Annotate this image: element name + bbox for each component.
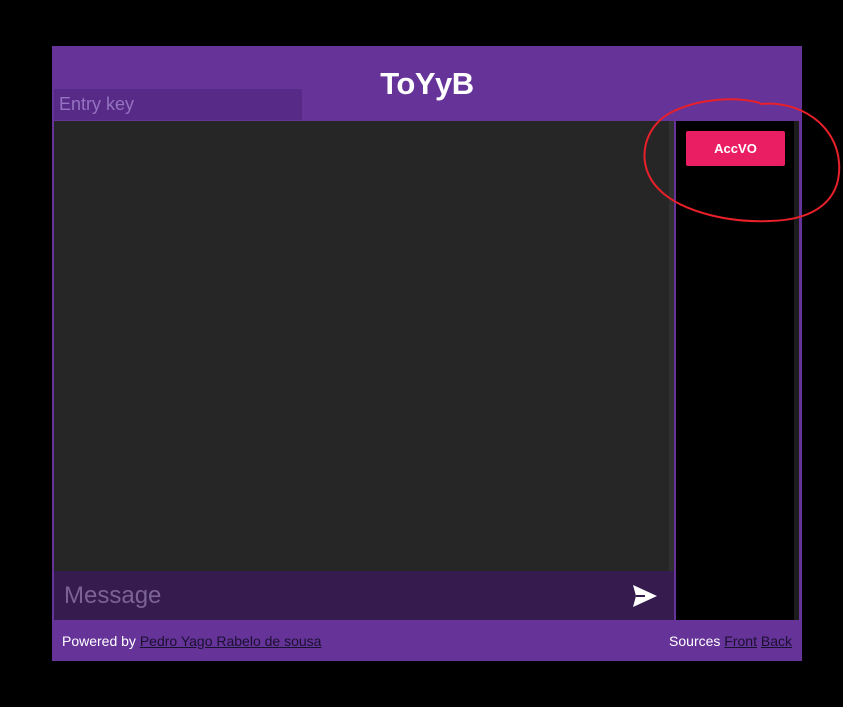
main-frame: AccVO	[52, 120, 802, 621]
front-source-link[interactable]: Front	[724, 633, 757, 649]
chat-messages-area[interactable]	[54, 121, 669, 571]
author-link[interactable]: Pedro Yago Rabelo de sousa	[140, 633, 322, 649]
sources-label: Sources	[669, 633, 721, 649]
message-input[interactable]	[54, 571, 614, 620]
send-icon	[633, 585, 657, 607]
chat-app-window: ToYyB AccVO Powered by Pedro Yago Rabelo…	[52, 46, 802, 661]
message-composer	[54, 571, 674, 620]
entry-key-input[interactable]	[54, 89, 302, 120]
side-panel: AccVO	[676, 121, 794, 620]
footer: Powered by Pedro Yago Rabelo de sousa So…	[52, 621, 802, 661]
powered-by-label: Powered by	[62, 633, 136, 649]
send-button[interactable]	[632, 584, 658, 608]
chat-scrollbar[interactable]	[669, 121, 674, 571]
accvo-button[interactable]: AccVO	[686, 131, 785, 166]
side-panel-scrollbar[interactable]	[794, 121, 799, 620]
footer-sources: Sources Front Back	[669, 633, 792, 649]
footer-credits: Powered by Pedro Yago Rabelo de sousa	[62, 633, 321, 649]
back-source-link[interactable]: Back	[761, 633, 792, 649]
